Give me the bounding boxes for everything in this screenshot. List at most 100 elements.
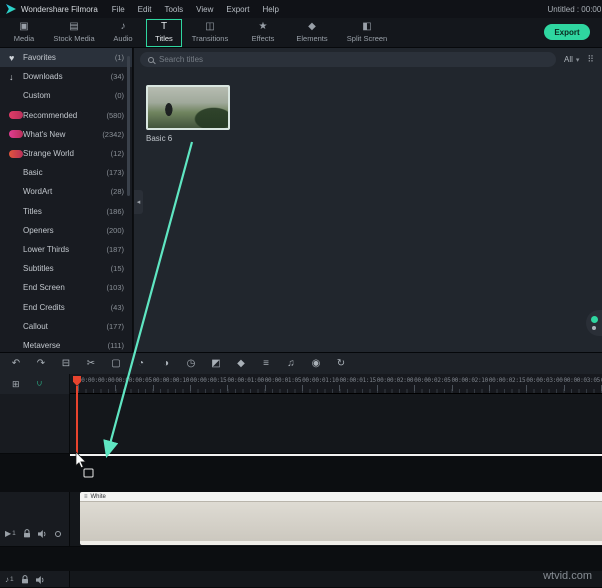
hot-badge: [9, 149, 23, 158]
sidebar-scrollbar[interactable]: [127, 56, 130, 196]
adjust-icon[interactable]: ≡: [260, 358, 272, 370]
stock-media-icon: ▤: [69, 21, 79, 32]
tab-effects[interactable]: ★ Effects: [238, 19, 288, 47]
download-icon: ↓: [9, 71, 14, 82]
sidebar-item-what-s-new[interactable]: What's New (2342): [0, 125, 132, 144]
timeline-clip-white[interactable]: ≡ White: [80, 492, 602, 545]
tab-audio[interactable]: ♪ Audio: [100, 19, 146, 47]
transitions-icon: ◫: [205, 21, 215, 32]
gray-dot-icon: [592, 326, 596, 330]
title-thumbnail-basic6[interactable]: [146, 85, 230, 130]
search-row: All ▾ ⠿: [140, 52, 594, 67]
sidebar-item-end-screen[interactable]: End Screen (103): [0, 278, 132, 297]
sidebar-item-strange-world[interactable]: Strange World (12): [0, 144, 132, 163]
ruler-tick: 00:00:01:05: [264, 377, 302, 391]
menu-edit[interactable]: Edit: [138, 5, 152, 14]
media-icon: ▣: [19, 21, 29, 32]
video-track-lane[interactable]: ≡ White: [70, 492, 602, 547]
track-lane-empty[interactable]: [70, 394, 602, 454]
sidebar-item-wordart[interactable]: WordArt (28): [0, 182, 132, 201]
ruler-tick: 00:00:02:10: [451, 377, 488, 391]
video-track-head: ▶ 1: [0, 492, 70, 547]
speed-icon[interactable]: ◔: [135, 358, 147, 370]
accent-dot-icon: [590, 316, 598, 323]
timeline-left-tools: ⊞ ∩: [0, 374, 70, 394]
sidebar-item-metaverse[interactable]: Metaverse (111): [0, 336, 132, 352]
thumbnail-preview-image: [148, 87, 228, 128]
titlebar: Wondershare Filmora File Edit Tools View Exp…: [0, 0, 602, 18]
green-screen-icon[interactable]: ◩: [210, 358, 222, 370]
duration-icon[interactable]: ◷: [185, 358, 197, 370]
delete-icon[interactable]: ⊟: [60, 358, 72, 370]
snap-icon[interactable]: ∩: [36, 379, 43, 389]
sidebar-item-custom[interactable]: Custom (0): [0, 86, 132, 105]
menu-export[interactable]: Export: [226, 5, 249, 14]
hide-track-button[interactable]: [54, 530, 61, 537]
tab-stock-media[interactable]: ▤ Stock Media: [48, 19, 100, 47]
ruler-tick: 00:00:00:15: [190, 377, 227, 391]
menu-bar: File Edit Tools View Export Help: [112, 5, 279, 14]
heart-icon: ♥: [9, 52, 15, 63]
filmora-window: Wondershare Filmora File Edit Tools View Exp…: [0, 0, 602, 588]
sidebar-item-favorites[interactable]: ♥ Favorites (1): [0, 48, 132, 68]
lock-track-button[interactable]: [23, 529, 31, 538]
app-title: Wondershare Filmora: [21, 4, 98, 14]
timeline-ruler[interactable]: 00:00:00:00 00:00:00:05 00:00:00:10 00:00:0…: [70, 374, 602, 394]
detach-audio-icon[interactable]: ♫: [285, 358, 297, 370]
menu-help[interactable]: Help: [262, 5, 278, 14]
clip-label: White: [90, 493, 106, 500]
sidebar-item-basic[interactable]: Basic (173): [0, 163, 132, 182]
undo-icon[interactable]: ↶: [10, 358, 22, 370]
effects-icon: ★: [258, 21, 268, 32]
marker-icon[interactable]: ◉: [310, 358, 322, 370]
tab-elements[interactable]: ◆ Elements: [288, 19, 336, 47]
tab-split-screen[interactable]: ◧ Split Screen: [336, 19, 398, 47]
color-icon[interactable]: ◑: [160, 358, 172, 370]
audio-icon: ♪: [120, 21, 126, 32]
redo-icon[interactable]: ↷: [35, 358, 47, 370]
sidebar-item-downloads[interactable]: ↓ Downloads (34): [0, 67, 132, 86]
manage-tracks-icon[interactable]: ⊞: [12, 379, 20, 390]
sidebar-item-titles[interactable]: Titles (186): [0, 202, 132, 221]
tab-transitions[interactable]: ◫ Transitions: [182, 19, 238, 47]
sidebar-item-end-credits[interactable]: End Credits (43): [0, 297, 132, 316]
titles-icon: T: [160, 21, 168, 32]
lock-track-button[interactable]: [21, 575, 29, 584]
audio-track-head: ♪ 1: [0, 571, 70, 588]
filter-dropdown[interactable]: All ▾: [564, 55, 579, 64]
view-options-icon[interactable]: ⠿: [587, 54, 594, 65]
mute-track-button[interactable]: [35, 575, 46, 584]
sidebar-item-subtitles[interactable]: Subtitles (15): [0, 259, 132, 278]
mute-track-button[interactable]: [37, 529, 48, 538]
export-button[interactable]: Export: [544, 24, 590, 40]
split-icon[interactable]: ✂: [85, 358, 97, 370]
badge-pill: [9, 130, 23, 139]
menu-file[interactable]: File: [112, 5, 125, 14]
menu-view[interactable]: View: [196, 5, 213, 14]
audio-track-1: ♪ 1: [0, 571, 602, 588]
tab-titles[interactable]: T Titles: [146, 18, 182, 47]
titles-category-sidebar: ♥ Favorites (1) ↓ Downloads (34) Custom (0) Reco…: [0, 48, 133, 352]
render-icon[interactable]: ↻: [335, 358, 347, 370]
sidebar-item-callout[interactable]: Callout (177): [0, 317, 132, 336]
ruler-tick: 00:00:03:00: [526, 377, 563, 391]
audio-track-icon: ♪ 1: [5, 575, 14, 584]
timeline-toolbar: ↶ ↷ ⊟ ✂ ▢ ◔ ◑ ◷ ◩ ◆ ≡ ♫ ◉ ↻: [0, 352, 602, 374]
hot-badge: [9, 130, 23, 139]
badge-pill: [9, 111, 23, 120]
tab-media[interactable]: ▣ Media: [0, 19, 48, 47]
sidebar-item-lower-thirds[interactable]: Lower Thirds (187): [0, 240, 132, 259]
audio-track-lane[interactable]: [70, 571, 602, 588]
search-icon: [148, 56, 154, 63]
ruler-tick: 00:00:03:05: [563, 377, 600, 391]
menu-tools[interactable]: Tools: [164, 5, 183, 14]
crop-icon[interactable]: ▢: [110, 358, 122, 370]
sidebar-item-openers[interactable]: Openers (200): [0, 221, 132, 240]
sidebar-item-recommended[interactable]: Recommended (580): [0, 106, 132, 125]
keyframe-icon[interactable]: ◆: [235, 358, 247, 370]
ruler-tick: 00:00:02:05: [414, 377, 451, 391]
collapse-panel-button[interactable]: ◂: [134, 190, 143, 214]
search-input[interactable]: [159, 55, 548, 64]
video-track-1: ▶ 1 ≡ White: [0, 492, 602, 547]
main-tabbar: ▣ Media ▤ Stock Media ♪ Audio T Titles ◫ Transiti…: [0, 18, 602, 48]
